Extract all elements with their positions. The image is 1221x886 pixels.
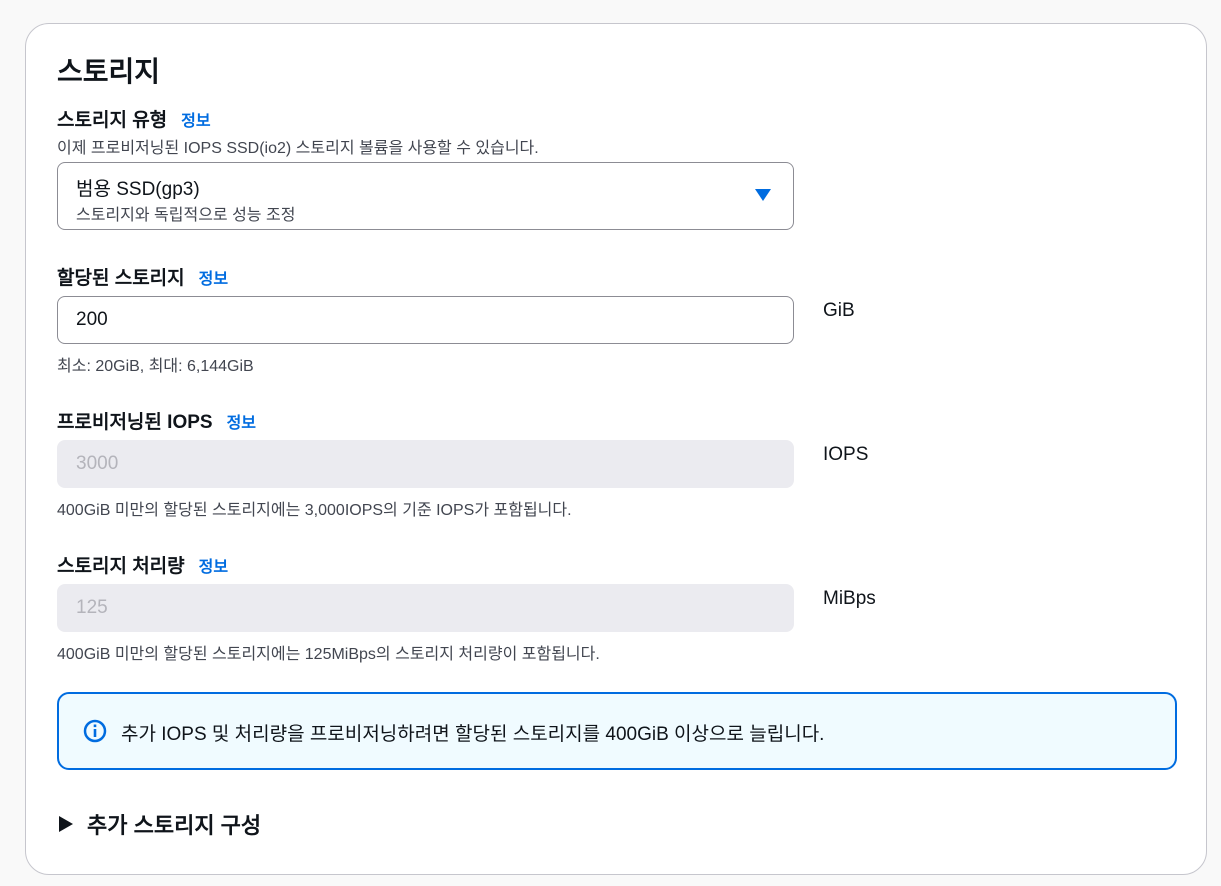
allocated-storage-info-link[interactable]: 정보 (199, 271, 228, 288)
iops-hint: 400GiB 미만의 할당된 스토리지에는 3,000IOPS의 기준 IOPS… (57, 502, 572, 519)
throughput-label: 스토리지 처리량 (57, 556, 185, 577)
panel-title: 스토리지 (57, 56, 161, 87)
additional-storage-config-expander[interactable]: 추가 스토리지 구성 (59, 808, 261, 840)
throughput-hint: 400GiB 미만의 할당된 스토리지에는 125MiBps의 스토리지 처리량… (57, 646, 600, 663)
throughput-info-link[interactable]: 정보 (199, 559, 228, 576)
storage-type-label-row: 스토리지 유형 정보 (57, 105, 211, 132)
storage-type-selected-value: 범용 SSD(gp3) (76, 179, 200, 200)
allocated-storage-hint: 최소: 20GiB, 최대: 6,144GiB (57, 358, 254, 375)
caret-right-icon (59, 816, 73, 832)
iops-label-row: 프로비저닝된 IOPS 정보 (57, 407, 256, 434)
storage-type-selected-description: 스토리지와 독립적으로 성능 조정 (76, 207, 296, 224)
info-alert-text: 추가 IOPS 및 처리량을 프로비저닝하려면 할당된 스토리지를 400GiB… (121, 724, 825, 745)
additional-storage-config-label: 추가 스토리지 구성 (87, 813, 262, 838)
iops-info-link[interactable]: 정보 (227, 415, 256, 432)
throughput-input[interactable]: 125 (57, 584, 794, 632)
storage-panel: 스토리지 스토리지 유형 정보 이제 프로비저닝된 IOPS SSD(io2) 스… (25, 23, 1207, 875)
iops-input[interactable]: 3000 (57, 440, 794, 488)
iops-label: 프로비저닝된 IOPS (57, 412, 213, 433)
allocated-storage-input[interactable]: 200 (57, 296, 794, 344)
info-icon (83, 719, 107, 743)
storage-type-description: 이제 프로비저닝된 IOPS SSD(io2) 스토리지 볼륨을 사용할 수 있… (57, 140, 539, 157)
iops-unit: IOPS (823, 444, 869, 465)
storage-type-select[interactable]: 범용 SSD(gp3) 스토리지와 독립적으로 성능 조정 (57, 162, 794, 230)
throughput-unit: MiBps (823, 588, 876, 609)
caret-down-icon (755, 189, 771, 201)
info-alert: 추가 IOPS 및 처리량을 프로비저닝하려면 할당된 스토리지를 400GiB… (57, 692, 1177, 770)
throughput-label-row: 스토리지 처리량 정보 (57, 551, 228, 578)
allocated-storage-label-row: 할당된 스토리지 정보 (57, 263, 228, 290)
storage-type-label: 스토리지 유형 (57, 110, 168, 131)
storage-type-info-link[interactable]: 정보 (181, 113, 210, 130)
allocated-storage-unit: GiB (823, 300, 855, 321)
allocated-storage-label: 할당된 스토리지 (57, 268, 185, 289)
